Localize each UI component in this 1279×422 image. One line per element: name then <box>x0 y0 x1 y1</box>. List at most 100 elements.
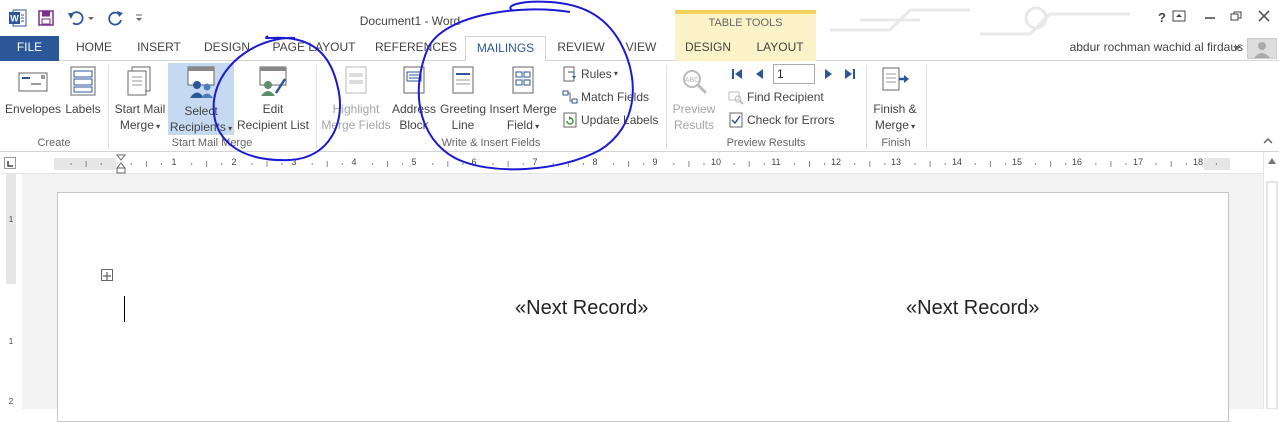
highlight-icon <box>345 66 367 94</box>
ruler-number: 3 <box>291 157 297 167</box>
find-recipient-icon <box>728 91 744 105</box>
tab-home[interactable]: HOME <box>68 36 120 61</box>
merge-field-next-record[interactable]: «Next Record» <box>515 297 648 320</box>
svg-text:2: 2 <box>9 397 14 406</box>
first-record-icon <box>732 69 742 79</box>
tab-review[interactable]: REVIEW <box>552 36 610 61</box>
document-merge-icon <box>127 66 151 96</box>
table-move-handle-icon[interactable] <box>101 269 113 281</box>
user-dropdown-icon[interactable] <box>1232 44 1242 52</box>
restore-button[interactable] <box>1225 10 1247 30</box>
document-canvas: 1 1 2 «Next Record» «Next Record» <box>0 174 1279 422</box>
find-recipient-button[interactable]: Find Recipient <box>728 87 824 107</box>
ruler-number: 6 <box>471 157 477 167</box>
preview-results-button[interactable]: ABC Preview Results <box>670 65 718 133</box>
previous-record-button[interactable] <box>752 67 766 84</box>
tab-page-layout[interactable]: PAGE LAYOUT <box>266 36 362 61</box>
tab-design[interactable]: DESIGN <box>198 36 256 61</box>
edit-recipient-list-button[interactable]: Edit Recipient List <box>236 65 310 133</box>
record-number-input[interactable] <box>773 64 815 84</box>
rules-button[interactable]: Rules ▾ <box>562 64 618 84</box>
labels-button[interactable]: Labels <box>63 65 103 117</box>
tab-selector[interactable] <box>4 157 16 169</box>
first-record-button[interactable] <box>730 67 744 84</box>
start-mail-merge-button[interactable]: Start Mail Merge ▾ <box>112 65 168 135</box>
merge-field-next-record[interactable]: «Next Record» <box>906 297 1039 320</box>
ruler-number: 5 <box>411 157 417 167</box>
insert-merge-field-button[interactable]: Insert Merge Field ▾ <box>488 65 558 135</box>
avatar[interactable] <box>1247 38 1277 59</box>
highlight-label-2: Merge Fields <box>321 118 391 132</box>
finish-and-merge-button[interactable]: Finish & Merge ▾ <box>870 65 920 135</box>
document-page[interactable]: «Next Record» «Next Record» <box>57 192 1229 422</box>
background-pattern <box>830 6 1130 36</box>
check-errors-icon <box>729 112 743 128</box>
highlight-merge-fields-button[interactable]: Highlight Merge Fields <box>320 65 392 133</box>
last-record-button[interactable] <box>843 67 859 84</box>
preview-results-label-1: Preview <box>672 102 716 116</box>
ruler-number: 7 <box>532 157 538 167</box>
labels-label: Labels <box>65 102 101 116</box>
ruler-number: 11 <box>771 157 781 167</box>
address-block-label-1: Address <box>391 102 437 116</box>
ribbon-display-options-button[interactable] <box>1168 10 1190 30</box>
match-fields-label: Match Fields <box>581 90 650 104</box>
finish-merge-icon <box>882 67 909 91</box>
vertical-scrollbar[interactable] <box>1263 152 1279 410</box>
preview-results-label-2: Results <box>673 118 714 132</box>
vertical-ruler-ticks: 1 1 2 <box>6 174 16 409</box>
ruler-number: 10 <box>710 157 721 167</box>
ruler-number: 9 <box>652 157 658 167</box>
ruler-number: 16 <box>1071 157 1082 167</box>
ruler-number: 12 <box>830 157 841 167</box>
group-label-create: Create <box>37 137 71 149</box>
group-label-preview-results: Preview Results <box>726 137 806 149</box>
user-account-name[interactable]: abdur rochman wachid al firdaus <box>1070 36 1243 61</box>
envelopes-button[interactable]: Envelopes <box>4 67 62 117</box>
update-labels-icon <box>563 112 577 128</box>
edit-recipient-list-label-1: Edit <box>262 102 284 116</box>
select-recipients-button[interactable]: Select Recipients ▾ <box>168 63 234 135</box>
insert-field-icon <box>512 66 534 94</box>
collapse-ribbon-icon[interactable] <box>1262 135 1274 149</box>
greeting-line-button[interactable]: Greeting Line <box>438 65 488 133</box>
finish-merge-label-1: Finish & <box>873 102 917 116</box>
tab-insert[interactable]: INSERT <box>132 36 186 61</box>
check-for-errors-label: Check for Errors <box>747 113 835 127</box>
close-button[interactable] <box>1253 10 1275 30</box>
table-tools-label: TABLE TOOLS <box>708 17 783 29</box>
ruler-number: 17 <box>1132 157 1143 167</box>
ruler-margin <box>1204 158 1230 170</box>
horizontal-ruler[interactable]: 1 2 3 4 5 6 7 8 9 10 11 12 13 14 15 16 1… <box>0 152 1279 174</box>
insert-merge-field-label-1: Insert Merge <box>489 102 557 116</box>
update-labels-button[interactable]: Update Labels <box>562 110 658 130</box>
tab-file[interactable]: FILE <box>0 36 59 61</box>
last-record-icon <box>845 69 855 79</box>
select-recipients-label-2: Recipients <box>169 120 226 134</box>
match-fields-button[interactable]: Match Fields <box>562 87 649 107</box>
check-for-errors-button[interactable]: Check for Errors <box>728 110 834 130</box>
svg-text:1: 1 <box>9 215 14 224</box>
ruler-number: 8 <box>592 157 598 167</box>
ruler-number: 4 <box>351 157 357 167</box>
next-record-icon <box>825 69 832 79</box>
tab-table-layout[interactable]: LAYOUT <box>748 36 812 61</box>
tab-table-design[interactable]: DESIGN <box>678 36 738 61</box>
greeting-line-label-2: Line <box>451 118 475 132</box>
ruler-number: 13 <box>890 157 901 167</box>
envelopes-label: Envelopes <box>4 102 62 116</box>
tab-mailings[interactable]: MAILINGS <box>465 36 546 62</box>
ribbon-tab-row: FILE HOME INSERT DESIGN PAGE LAYOUT REFE… <box>0 36 1279 62</box>
tab-view[interactable]: VIEW <box>616 36 666 61</box>
next-record-button[interactable] <box>822 67 836 84</box>
address-block-label-2: Block <box>399 118 429 132</box>
minimize-button[interactable] <box>1199 10 1221 30</box>
vertical-ruler[interactable]: 1 1 2 <box>0 174 22 409</box>
start-mail-merge-label-2: Merge <box>119 118 154 132</box>
group-label-finish: Finish <box>881 137 911 149</box>
tab-references[interactable]: REFERENCES <box>372 36 460 61</box>
previous-record-icon <box>756 69 763 79</box>
ruler-number: 14 <box>951 157 962 167</box>
ribbon: Envelopes Labels Create Start Mail Merge… <box>0 61 1279 152</box>
address-block-button[interactable]: Address Block <box>390 65 438 133</box>
